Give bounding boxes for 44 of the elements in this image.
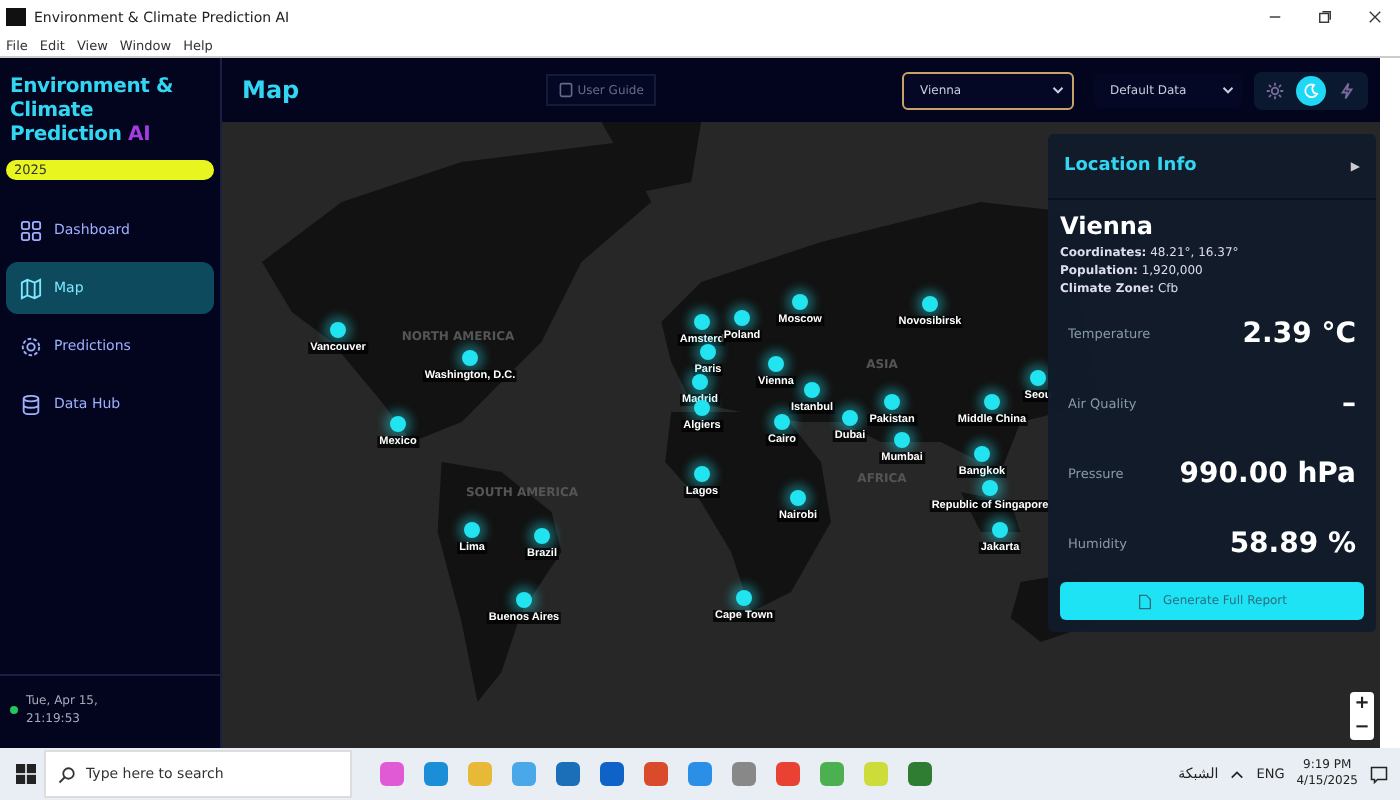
moon-icon (1302, 81, 1320, 99)
tray-chevron-icon[interactable] (1230, 769, 1245, 779)
map-icon (20, 277, 42, 299)
city-marker[interactable] (694, 400, 710, 416)
taskbar-app-icon[interactable] (732, 762, 756, 786)
chevron-down-icon (1222, 86, 1234, 94)
database-icon (20, 393, 42, 415)
taskbar-app-icon[interactable] (688, 762, 712, 786)
status-dot (10, 706, 18, 714)
windows-start-icon[interactable] (16, 764, 36, 784)
city-name: Vienna (1060, 212, 1156, 240)
bolt-icon (1338, 81, 1356, 99)
grid-icon (20, 219, 42, 241)
taskbar-app-icon[interactable] (380, 762, 404, 786)
city-marker[interactable] (894, 432, 910, 448)
taskbar-app-icon[interactable] (644, 762, 668, 786)
app-logo-title: Environment & Climate Prediction AI (8, 74, 176, 150)
panel-title: Location Info (1064, 156, 1197, 176)
zoom-in-button[interactable]: + (1350, 692, 1374, 716)
restore-icon[interactable] (1318, 10, 1332, 24)
taskbar-app-icon[interactable] (424, 762, 448, 786)
moon-theme-button[interactable] (1296, 75, 1326, 105)
city-marker[interactable] (736, 590, 752, 606)
notification-icon[interactable] (1370, 765, 1388, 783)
metric-value: 58.89 % (1229, 527, 1356, 559)
metric-value: – (1342, 387, 1356, 419)
zoom-out-button[interactable]: − (1350, 716, 1374, 740)
sun-icon (1266, 81, 1284, 99)
taskbar-app-icon[interactable] (908, 762, 932, 786)
taskbar-app-icon[interactable] (556, 762, 580, 786)
city-marker[interactable] (992, 522, 1008, 538)
close-icon[interactable] (1368, 10, 1382, 24)
city-marker[interactable] (982, 480, 998, 496)
page-title: Map (242, 76, 300, 104)
taskbar-app-icon[interactable] (600, 762, 624, 786)
document-icon (1137, 593, 1151, 609)
metric-value: 990.00 hPa (1179, 457, 1356, 489)
chevron-down-icon (1052, 86, 1064, 94)
taskbar-app-icon[interactable] (776, 762, 800, 786)
gear-icon (20, 335, 42, 357)
metric-value: 2.39 °C (1242, 317, 1356, 349)
minimize-icon[interactable] (1268, 10, 1282, 24)
search-icon (58, 765, 76, 783)
city-marker[interactable] (390, 416, 406, 432)
